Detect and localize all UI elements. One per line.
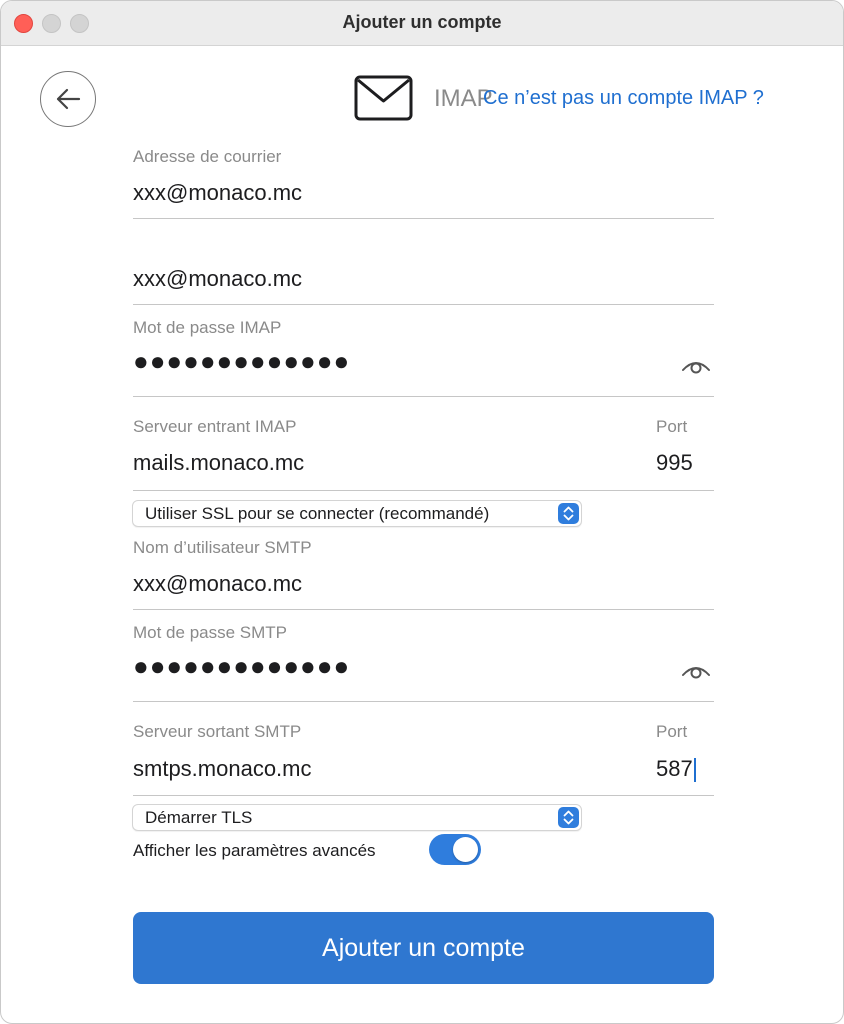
divider — [133, 701, 714, 702]
username-field[interactable]: xxx@monaco.mc — [133, 266, 302, 292]
divider — [133, 396, 714, 397]
add-account-window: Ajouter un compte IMAP Ce n’est pas un c… — [0, 0, 844, 1024]
incoming-security-select[interactable]: Utiliser SSL pour se connecter (recomman… — [132, 500, 582, 527]
imap-password-field[interactable]: ●●●●●●●●●●●●● — [133, 346, 350, 377]
smtp-username-label: Nom d’utilisateur SMTP — [133, 538, 312, 557]
email-label: Adresse de courrier — [133, 147, 282, 166]
outgoing-security-select[interactable]: Démarrer TLS — [132, 804, 582, 831]
incoming-security-value: Utiliser SSL pour se connecter (recomman… — [145, 504, 490, 523]
outgoing-server-field[interactable]: smtps.monaco.mc — [133, 756, 312, 782]
advanced-settings-toggle[interactable] — [429, 834, 481, 865]
incoming-port-label: Port — [656, 417, 688, 436]
not-imap-account-link[interactable]: Ce n’est pas un compte IMAP ? — [483, 87, 764, 110]
show-password-eye-icon[interactable] — [681, 660, 711, 682]
text-cursor — [693, 758, 696, 783]
arrow-left-icon — [56, 88, 81, 110]
window-title: Ajouter un compte — [342, 12, 502, 32]
incoming-port-field[interactable]: 995 — [656, 450, 693, 476]
divider — [133, 218, 714, 219]
incoming-server-field[interactable]: mails.monaco.mc — [133, 450, 304, 476]
incoming-server-label: Serveur entrant IMAP — [133, 417, 297, 436]
title-bar: Ajouter un compte — [1, 1, 843, 46]
smtp-username-field[interactable]: xxx@monaco.mc — [133, 571, 302, 597]
chevron-updown-icon — [558, 807, 579, 828]
show-password-eye-icon[interactable] — [681, 355, 711, 377]
divider — [133, 609, 714, 610]
envelope-icon — [354, 75, 413, 121]
advanced-settings-label: Afficher les paramètres avancés — [133, 841, 376, 860]
email-field[interactable]: xxx@monaco.mc — [133, 180, 302, 206]
divider — [133, 304, 714, 305]
outgoing-server-label: Serveur sortant SMTP — [133, 722, 302, 741]
smtp-password-label: Mot de passe SMTP — [133, 623, 288, 642]
outgoing-port-text: 587 — [656, 756, 693, 781]
toggle-knob — [453, 837, 478, 862]
outgoing-port-field[interactable]: 587 — [656, 756, 696, 783]
divider — [133, 490, 714, 491]
imap-password-label: Mot de passe IMAP — [133, 318, 282, 337]
smtp-password-field[interactable]: ●●●●●●●●●●●●● — [133, 651, 350, 682]
chevron-updown-icon — [558, 503, 579, 524]
back-button[interactable] — [40, 71, 96, 127]
outgoing-port-label: Port — [656, 722, 688, 741]
divider — [133, 795, 714, 796]
add-account-button[interactable]: Ajouter un compte — [133, 912, 714, 984]
outgoing-security-value: Démarrer TLS — [145, 808, 253, 827]
